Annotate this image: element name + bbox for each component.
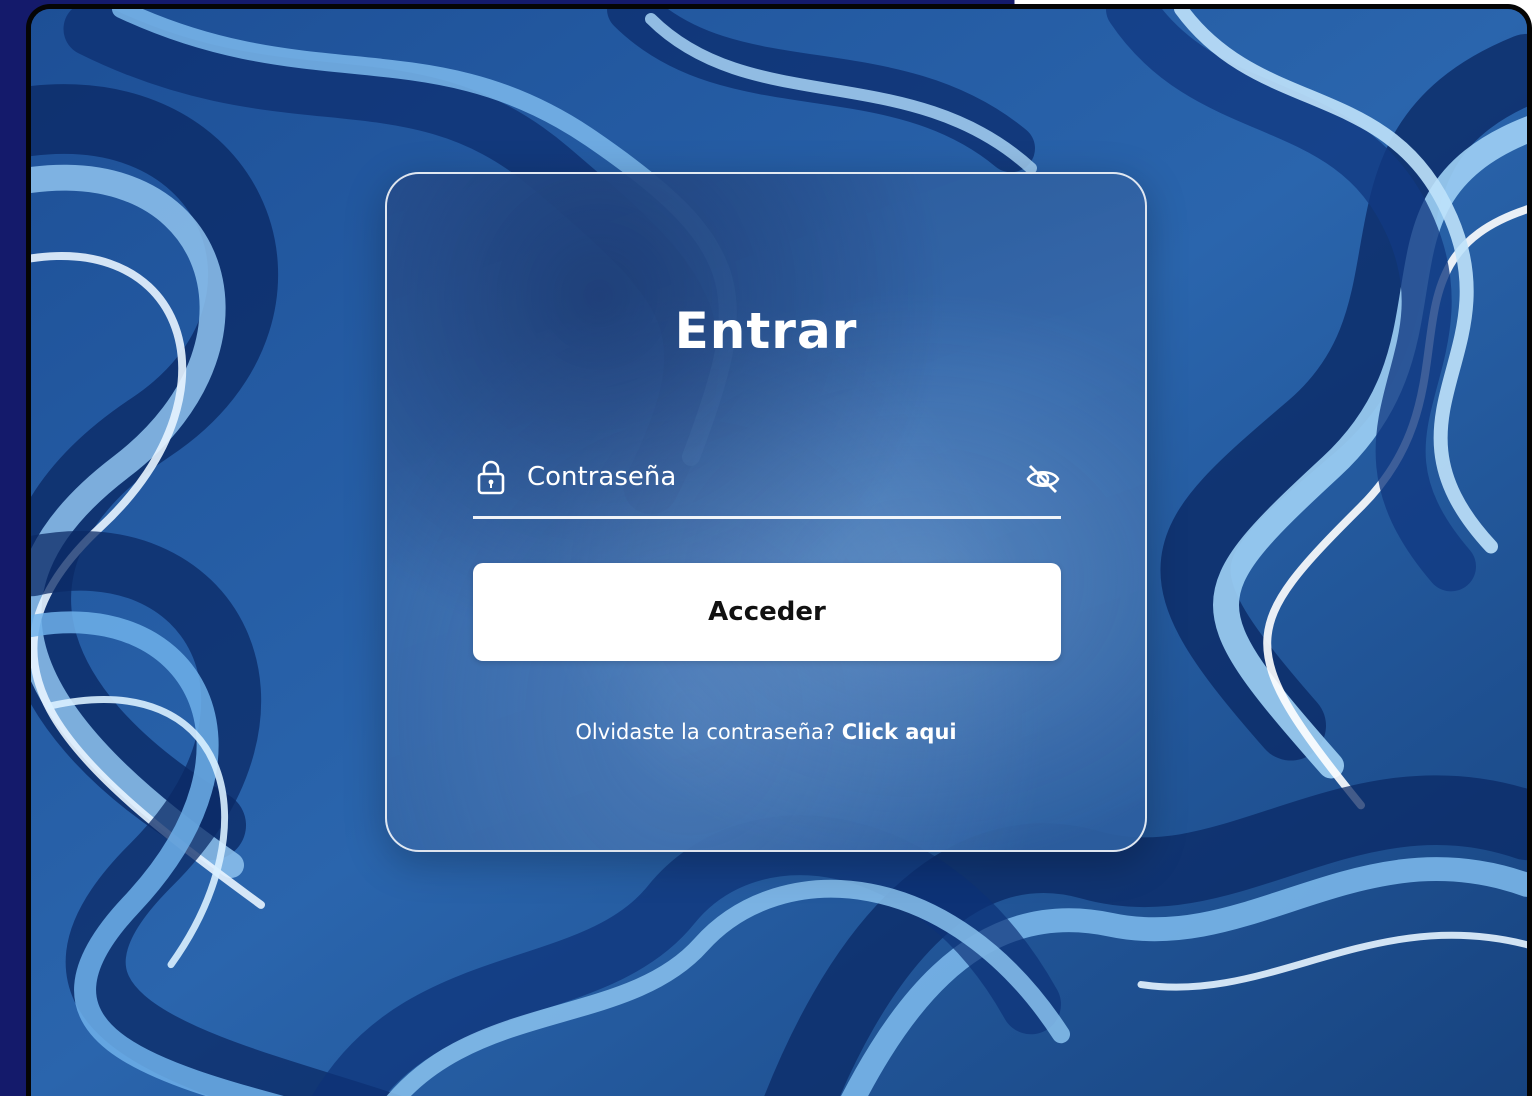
password-input[interactable] <box>527 459 997 495</box>
eye-slash-icon[interactable] <box>1025 461 1061 497</box>
acceder-button[interactable]: Acceder <box>473 563 1061 661</box>
login-card: Entrar Acceder Olvidaste la contraseña? … <box>385 172 1147 852</box>
forgot-password-text: Olvidaste la contraseña? <box>575 720 836 744</box>
app-frame: Entrar Acceder Olvidaste la contraseña? … <box>26 4 1532 1096</box>
forgot-password-line: Olvidaste la contraseña? Click aqui <box>387 720 1145 744</box>
lock-icon <box>477 460 505 495</box>
forgot-password-link[interactable]: Click aqui <box>842 720 957 744</box>
login-title: Entrar <box>674 302 858 360</box>
password-field <box>473 449 1061 519</box>
